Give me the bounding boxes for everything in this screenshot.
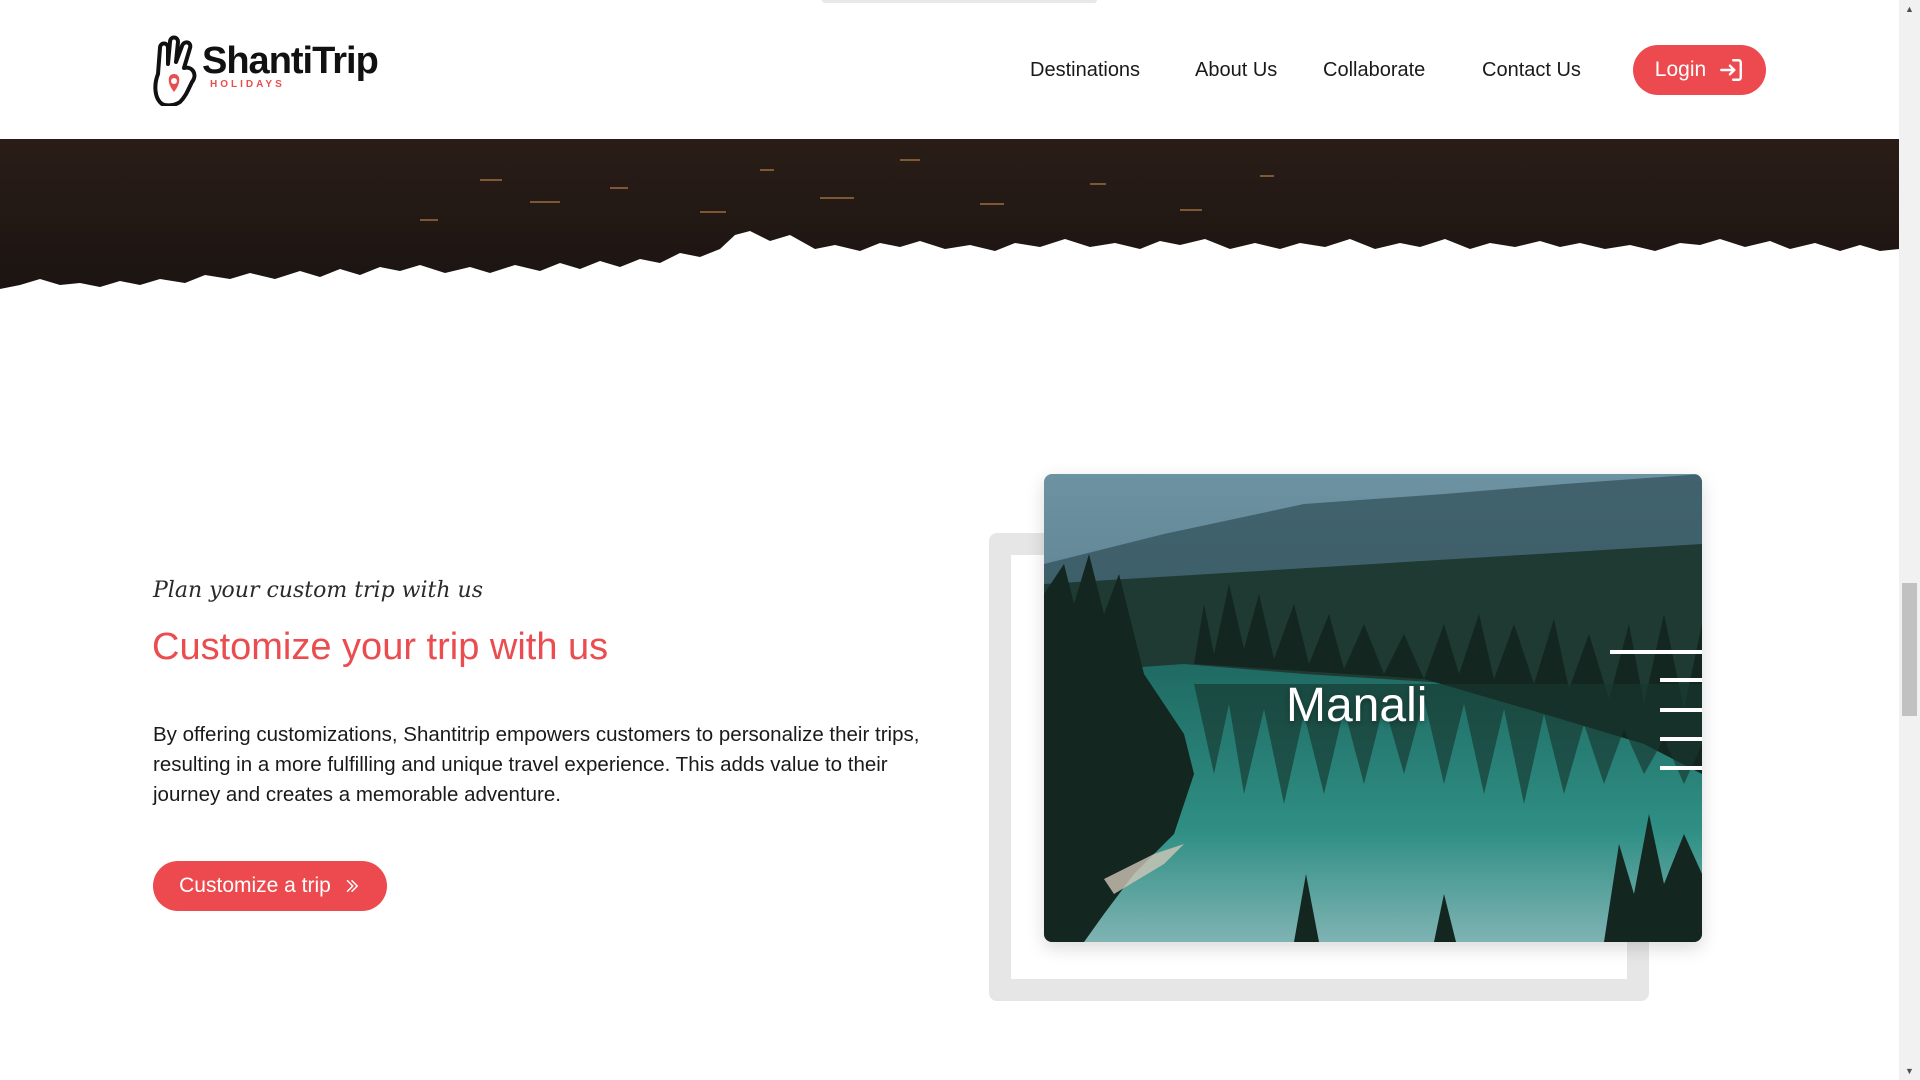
brand-name: ShantiTrip — [202, 40, 379, 82]
destination-card[interactable]: Manali — [1044, 474, 1702, 942]
menu-lines-icon[interactable] — [1610, 650, 1702, 770]
hand-pin-logo-icon — [153, 35, 197, 106]
double-chevron-right-icon — [346, 880, 358, 892]
customize-trip-label: Customize a trip — [179, 874, 331, 897]
site-header: ShantiTrip HOLIDAYS Destinations About U… — [0, 0, 1899, 139]
scroll-down-arrow-icon[interactable]: ▼ — [1899, 1062, 1920, 1080]
brand-subtitle: HOLIDAYS — [210, 79, 285, 90]
page-scrollbar[interactable]: ▲ ▼ — [1899, 0, 1920, 1080]
nav-destinations[interactable]: Destinations — [1030, 56, 1140, 84]
nav-about-us[interactable]: About Us — [1195, 56, 1277, 84]
scroll-up-arrow-icon[interactable]: ▲ — [1899, 0, 1920, 18]
hero-water-band — [0, 139, 1899, 289]
login-label: Login — [1654, 58, 1707, 81]
customize-trip-button[interactable]: Customize a trip — [153, 861, 387, 911]
section-tagline: Plan your custom trip with us — [153, 578, 483, 603]
nav-collaborate[interactable]: Collaborate — [1323, 56, 1425, 84]
destination-label: Manali — [1286, 679, 1428, 732]
nav-contact-us[interactable]: Contact Us — [1482, 56, 1581, 84]
scroll-thumb[interactable] — [1902, 583, 1917, 716]
login-arrow-icon — [1720, 59, 1743, 81]
login-button[interactable]: Login — [1633, 45, 1766, 95]
brand-logo[interactable]: ShantiTrip HOLIDAYS — [152, 34, 402, 108]
top-shadow — [822, 0, 1097, 3]
section-description: By offering customizations, Shantitrip e… — [153, 723, 920, 806]
section-title: Customize your trip with us — [152, 626, 609, 668]
